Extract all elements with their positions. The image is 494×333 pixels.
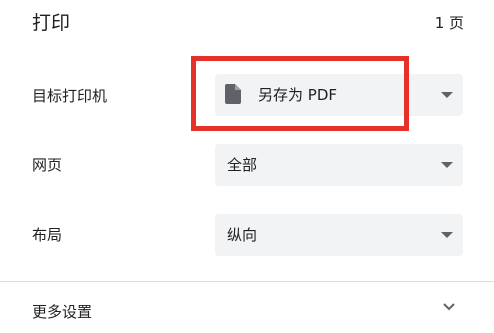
layout-label: 布局 (32, 226, 63, 244)
chevron-down-icon (443, 303, 455, 311)
more-settings-toggle[interactable]: 更多设置 (0, 282, 494, 333)
print-title: 打印 (32, 12, 71, 34)
destination-label: 目标打印机 (32, 87, 108, 105)
destination-value: 另存为 PDF (258, 86, 337, 104)
layout-value: 纵向 (227, 226, 258, 244)
pages-label: 网页 (32, 156, 63, 174)
pages-value: 全部 (227, 156, 258, 174)
page-count: 1 页 (434, 14, 464, 32)
chevron-down-icon (441, 232, 453, 238)
chevron-down-icon (441, 162, 453, 168)
layout-select[interactable]: 纵向 (215, 214, 463, 256)
destination-select[interactable]: 另存为 PDF (215, 74, 463, 116)
pages-select[interactable]: 全部 (215, 144, 463, 186)
more-settings-label: 更多设置 (32, 303, 93, 321)
document-icon (225, 84, 241, 104)
chevron-down-icon (441, 92, 453, 98)
